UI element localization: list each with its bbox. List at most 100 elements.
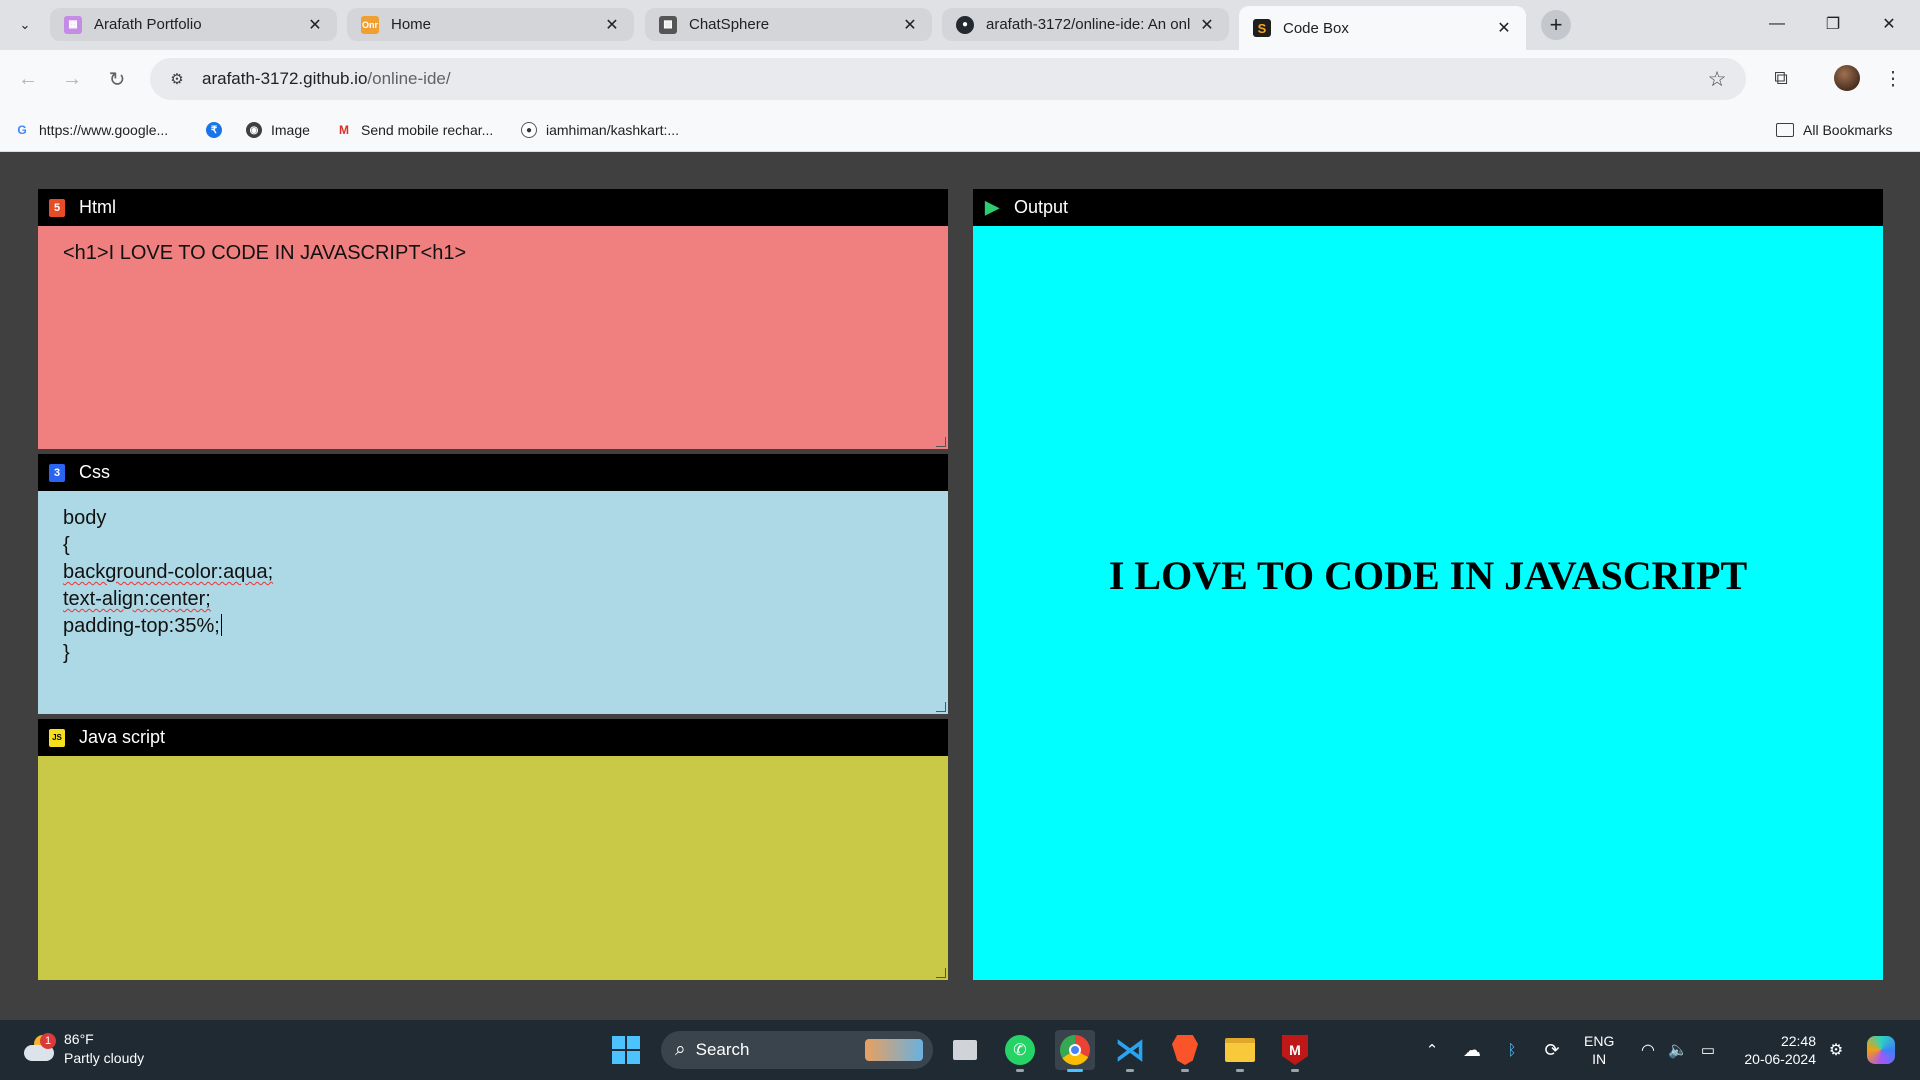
image-icon: ◉: [246, 122, 262, 138]
css-line: body: [63, 507, 107, 529]
html-editor[interactable]: <h1>I LOVE TO CODE IN JAVASCRIPT<h1>: [38, 226, 948, 449]
bookmark-image[interactable]: ◉ Image: [246, 119, 310, 141]
url-path: /online-ide/: [367, 69, 451, 88]
resize-handle[interactable]: [936, 437, 946, 447]
profile-avatar[interactable]: [1834, 65, 1860, 91]
brave-app[interactable]: [1165, 1030, 1205, 1072]
notification-settings-icon[interactable]: ⚙: [1823, 1030, 1849, 1070]
tab-title: arafath-3172/online-ide: An onl: [986, 16, 1191, 33]
tab-home[interactable]: Onr Home ✕: [347, 8, 634, 41]
bookmark-blue[interactable]: ₹: [206, 119, 231, 141]
chrome-icon: [1060, 1035, 1090, 1065]
region-code: IN: [1592, 1051, 1607, 1067]
tab-title: ChatSphere: [689, 16, 770, 33]
tab-title: Home: [391, 16, 432, 33]
vscode-icon: ⋊: [1115, 1033, 1145, 1067]
vscode-app[interactable]: ⋊: [1110, 1030, 1150, 1072]
running-indicator: [1126, 1069, 1134, 1072]
battery-icon[interactable]: ▭: [1695, 1030, 1721, 1070]
bookmark-recharge[interactable]: M Send mobile rechar...: [336, 119, 493, 141]
site-info-icon[interactable]: ⚙: [162, 64, 192, 94]
volume-icon[interactable]: 🔈: [1665, 1030, 1691, 1070]
close-tab-icon[interactable]: ✕: [1197, 15, 1217, 35]
clock[interactable]: 22:48 20-06-2024: [1738, 1032, 1816, 1068]
file-explorer-app[interactable]: [1220, 1030, 1260, 1072]
css-panel-title: Css: [79, 462, 110, 482]
js-editor[interactable]: [38, 756, 948, 980]
show-hidden-icons-chevron-icon[interactable]: ⌃: [1420, 1030, 1444, 1070]
task-view-button[interactable]: [945, 1030, 985, 1070]
css-line: padding-top:35%;: [63, 615, 220, 637]
brave-lion-icon: [1172, 1035, 1198, 1065]
recharge-icon: M: [339, 123, 349, 137]
tab-search-chevron-icon[interactable]: ⌄: [10, 10, 40, 40]
resize-handle[interactable]: [936, 702, 946, 712]
output-frame: I LOVE TO CODE IN JAVASCRIPT: [973, 226, 1883, 980]
css3-icon: 3: [49, 463, 65, 482]
tab-github-online-ide[interactable]: ● arafath-3172/online-ide: An onl ✕: [942, 8, 1229, 41]
portfolio-favicon-icon: ▦: [64, 15, 82, 34]
bookmark-kashkart[interactable]: ● iamhiman/kashkart:...: [521, 119, 679, 141]
whatsapp-app[interactable]: ✆: [1000, 1030, 1040, 1072]
github-icon: ●: [521, 122, 537, 138]
resize-handle[interactable]: [936, 968, 946, 978]
copilot-icon: [1867, 1036, 1895, 1064]
js-panel-header: JS Java script: [38, 719, 948, 756]
bluetooth-icon[interactable]: ᛒ: [1500, 1030, 1524, 1070]
forward-arrow-icon[interactable]: →: [56, 63, 88, 95]
address-bar[interactable]: ⚙ arafath-3172.github.io/online-ide/ ☆: [150, 58, 1746, 100]
close-tab-icon[interactable]: ✕: [1494, 18, 1514, 38]
bookmark-label: iamhiman/kashkart:...: [546, 122, 680, 138]
chrome-app[interactable]: [1055, 1030, 1095, 1072]
css-line: }: [63, 642, 70, 664]
start-button[interactable]: [606, 1030, 646, 1070]
javascript-icon: JS: [49, 728, 65, 747]
sync-icon[interactable]: ⟳: [1538, 1030, 1566, 1070]
tab-chatsphere[interactable]: ▩ ChatSphere ✕: [645, 8, 932, 41]
bookmark-label: https://www.google...: [39, 122, 169, 138]
tab-code-box[interactable]: S Code Box ✕: [1239, 6, 1526, 50]
html-panel-title: Html: [79, 197, 116, 217]
language-indicator[interactable]: ENG IN: [1584, 1032, 1614, 1068]
close-window-icon[interactable]: ✕: [1862, 0, 1916, 48]
copilot-app[interactable]: [1864, 1030, 1898, 1070]
running-indicator: [1291, 1069, 1299, 1072]
tab-arafath-portfolio[interactable]: ▦ Arafath Portfolio ✕: [50, 8, 337, 41]
weather-widget[interactable]: 1 86°F Partly cloudy: [22, 1030, 144, 1068]
text-caret: [220, 614, 222, 636]
close-tab-icon[interactable]: ✕: [900, 15, 920, 35]
reload-icon[interactable]: ↻: [101, 63, 133, 95]
search-highlight-icon: [865, 1039, 923, 1061]
all-bookmarks[interactable]: All Bookmarks: [1776, 119, 1892, 141]
url-text[interactable]: arafath-3172.github.io/online-ide/: [202, 69, 451, 89]
browser-toolbar: ← → ↻ ⚙ arafath-3172.github.io/online-id…: [0, 50, 1920, 108]
html5-icon: 5: [49, 198, 65, 217]
weather-desc: Partly cloudy: [64, 1050, 145, 1066]
bookmarks-bar: G https://www.google... ₹ ◉ Image M Send…: [0, 108, 1920, 152]
clock-date: 20-06-2024: [1744, 1051, 1816, 1067]
mcafee-shield-icon: M: [1282, 1035, 1308, 1065]
bookmark-google[interactable]: G https://www.google...: [14, 119, 168, 141]
new-tab-button[interactable]: +: [1541, 10, 1571, 40]
search-icon: ⌕: [675, 1039, 686, 1060]
menu-dots-icon[interactable]: ⋮: [1877, 63, 1909, 95]
wifi-icon[interactable]: ◠: [1635, 1030, 1661, 1070]
css-editor[interactable]: body {background-color:aqua; text-align:ce…: [38, 491, 948, 714]
bookmark-star-icon[interactable]: ☆: [1702, 64, 1732, 94]
close-tab-icon[interactable]: ✕: [602, 15, 622, 35]
windows-taskbar: 1 86°F Partly cloudy ⌕ Search ✆ ⋊ M ⌃ ☁ …: [0, 1020, 1920, 1080]
output-panel-header: ▶ Output: [973, 189, 1883, 226]
tab-title: Arafath Portfolio: [94, 16, 202, 33]
restore-icon[interactable]: ❐: [1806, 0, 1860, 48]
code-box-page: 5 Html <h1>I LOVE TO CODE IN JAVASCRIPT<…: [0, 152, 1920, 1020]
css-line: text-align:center;: [63, 588, 211, 610]
mcafee-app[interactable]: M: [1275, 1030, 1315, 1072]
close-tab-icon[interactable]: ✕: [305, 15, 325, 35]
taskbar-search[interactable]: ⌕ Search: [661, 1031, 933, 1069]
extensions-puzzle-icon[interactable]: ⧉: [1765, 63, 1797, 95]
minimize-icon[interactable]: —: [1750, 0, 1804, 48]
back-arrow-icon[interactable]: ←: [12, 63, 44, 95]
onedrive-cloud-icon[interactable]: ☁: [1458, 1030, 1486, 1070]
partly-cloudy-icon: 1: [22, 1033, 56, 1063]
bookmark-label: Image: [271, 122, 310, 138]
